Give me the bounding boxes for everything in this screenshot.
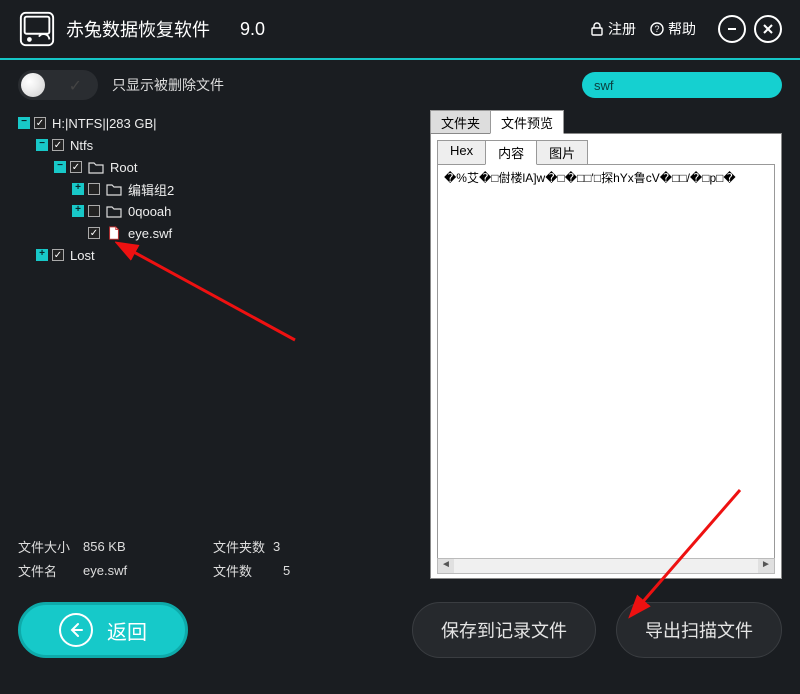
tree-row-ntfs[interactable]: − Ntfs	[18, 134, 410, 156]
save-log-button[interactable]: 保存到记录文件	[412, 602, 596, 658]
tab-file-preview[interactable]: 文件预览	[490, 110, 564, 134]
folder-icon	[88, 160, 104, 174]
expand-icon[interactable]: +	[72, 205, 84, 217]
help-icon: ?	[650, 22, 664, 36]
help-button[interactable]: ? 帮助	[650, 19, 696, 39]
stats-panel: 文件大小 856 KB 文件夹数 3 文件名 eye.swf 文件数 5	[18, 534, 410, 582]
tree-row-sub2[interactable]: + 0qooah	[18, 200, 410, 222]
filename-value: eye.swf	[83, 563, 213, 578]
register-label: 注册	[608, 19, 636, 39]
back-button[interactable]: 返回	[18, 602, 188, 658]
register-button[interactable]: 注册	[590, 19, 636, 39]
app-logo-icon	[18, 10, 56, 48]
folders-value: 3	[273, 539, 280, 554]
tree-label: Lost	[70, 248, 95, 263]
checkbox[interactable]	[52, 139, 64, 151]
tree-row-drive[interactable]: − H:|NTFS||283 GB|	[18, 112, 410, 134]
app-title: 赤兔数据恢复软件	[66, 16, 210, 42]
tree-row-lost[interactable]: + Lost	[18, 244, 410, 266]
tree-row-root[interactable]: − Root	[18, 156, 410, 178]
lock-icon	[590, 22, 604, 36]
tab-folder[interactable]: 文件夹	[430, 110, 491, 134]
scroll-left-icon[interactable]: ◄	[438, 559, 454, 573]
checkbox[interactable]	[88, 183, 100, 195]
folder-icon	[106, 204, 122, 218]
tree-label: Root	[110, 160, 137, 175]
tab-image[interactable]: 图片	[536, 140, 588, 165]
checkbox[interactable]	[88, 205, 100, 217]
export-button[interactable]: 导出扫描文件	[616, 602, 782, 658]
tree-label: Ntfs	[70, 138, 93, 153]
search-input[interactable]	[582, 72, 782, 98]
preview-text: �%艾�□傠楼lA]w�□�□□'□探hYx鲁cV�□□/�□p□�	[444, 171, 736, 185]
scroll-right-icon[interactable]: ►	[758, 559, 774, 573]
folders-label: 文件夹数	[213, 537, 273, 556]
minus-icon	[726, 23, 738, 35]
tab-hex[interactable]: Hex	[437, 140, 486, 165]
deleted-only-label: 只显示被删除文件	[112, 75, 224, 95]
expand-icon[interactable]: +	[36, 249, 48, 261]
minimize-button[interactable]	[718, 15, 746, 43]
back-arrow-icon	[59, 613, 93, 647]
close-button[interactable]	[754, 15, 782, 43]
collapse-icon[interactable]: −	[54, 161, 66, 173]
help-label: 帮助	[668, 19, 696, 39]
collapse-icon[interactable]: −	[18, 117, 30, 129]
file-tree[interactable]: − H:|NTFS||283 GB| − Ntfs − Root + 编辑组2	[18, 112, 410, 266]
preview-content: �%艾�□傠楼lA]w�□�□□'□探hYx鲁cV�□□/�□p□�	[437, 164, 775, 562]
tree-label: 编辑组2	[128, 180, 174, 199]
files-label: 文件数	[213, 561, 273, 580]
tree-row-sub1[interactable]: + 编辑组2	[18, 178, 410, 200]
back-label: 返回	[107, 616, 147, 645]
checkbox[interactable]	[88, 227, 100, 239]
filesize-value: 856 KB	[83, 539, 213, 554]
toggle-knob-icon	[21, 73, 45, 97]
tree-label: 0qooah	[128, 204, 171, 219]
tree-label: eye.swf	[128, 226, 172, 241]
filesize-label: 文件大小	[18, 537, 83, 556]
expand-icon[interactable]: +	[72, 183, 84, 195]
filename-label: 文件名	[18, 561, 83, 580]
checkbox[interactable]	[70, 161, 82, 173]
deleted-only-toggle[interactable]: ✓	[18, 70, 98, 100]
tab-content[interactable]: 内容	[485, 140, 537, 165]
checkbox[interactable]	[52, 249, 64, 261]
collapse-icon[interactable]: −	[36, 139, 48, 151]
swf-file-icon	[106, 226, 122, 240]
checkbox[interactable]	[34, 117, 46, 129]
svg-text:?: ?	[654, 24, 659, 34]
folder-icon	[106, 182, 122, 196]
tree-label: H:|NTFS||283 GB|	[52, 116, 157, 131]
tree-row-file[interactable]: eye.swf	[18, 222, 410, 244]
app-version: 9.0	[240, 19, 265, 40]
check-icon: ✓	[69, 76, 82, 96]
close-icon	[762, 23, 774, 35]
files-value: 5	[283, 563, 290, 578]
horizontal-scrollbar[interactable]: ◄ ►	[437, 558, 775, 574]
